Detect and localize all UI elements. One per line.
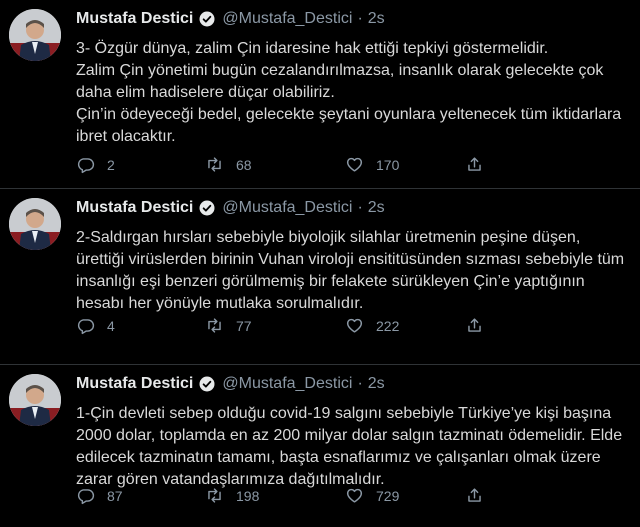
reply-button[interactable]: 2 (76, 155, 205, 174)
author-name[interactable]: Mustafa Destici (76, 375, 193, 393)
avatar[interactable] (9, 198, 61, 250)
reply-button[interactable]: 87 (76, 486, 205, 505)
like-button[interactable]: 222 (345, 316, 465, 335)
verified-badge-icon (199, 376, 215, 392)
tweet-header: Mustafa Destici @Mustafa_Destici · 2s (76, 198, 632, 218)
like-count: 729 (376, 487, 400, 504)
reply-count: 4 (107, 317, 115, 334)
reply-button[interactable]: 4 (76, 316, 205, 335)
tweet[interactable]: Mustafa Destici @Mustafa_Destici · 2s 1-… (0, 365, 640, 527)
tweet-text: 3- Özgür dünya, zalim Çin idaresine hak … (76, 40, 622, 145)
heart-icon (346, 488, 363, 503)
retweet-count: 77 (236, 317, 252, 334)
like-count: 222 (376, 317, 400, 334)
tweet-text: 1-Çin devleti sebep olduğu covid-19 salg… (76, 405, 623, 488)
reply-icon (77, 158, 95, 174)
retweet-button[interactable]: 68 (205, 155, 345, 174)
retweet-icon (208, 157, 221, 172)
heart-icon (346, 157, 363, 172)
tweet-text: 2-Saldırgan hırsları sebebiyle biyolojik… (76, 229, 625, 312)
share-button[interactable] (465, 316, 496, 335)
retweet-button[interactable]: 198 (205, 486, 345, 505)
tweet-timestamp[interactable]: 2s (368, 375, 385, 393)
tweet-header: Mustafa Destici @Mustafa_Destici · 2s (76, 9, 632, 29)
tweet[interactable]: Mustafa Destici @Mustafa_Destici · 2s 3-… (0, 0, 640, 189)
share-button[interactable] (465, 155, 496, 174)
tweet-timestamp[interactable]: 2s (368, 10, 385, 28)
reply-count: 2 (107, 156, 115, 173)
reply-icon (77, 489, 95, 505)
verified-badge-icon (199, 11, 215, 27)
retweet-icon (208, 488, 221, 503)
share-icon (468, 157, 481, 171)
avatar[interactable] (9, 9, 61, 61)
tweet[interactable]: Mustafa Destici @Mustafa_Destici · 2s 2-… (0, 189, 640, 365)
retweet-button[interactable]: 77 (205, 316, 345, 335)
share-button[interactable] (465, 486, 496, 505)
like-button[interactable]: 170 (345, 155, 465, 174)
share-icon (468, 318, 481, 332)
tweet-header: Mustafa Destici @Mustafa_Destici · 2s (76, 374, 632, 394)
tweet-actions: 4 77 222 (76, 316, 640, 335)
retweet-icon (208, 318, 221, 333)
separator-dot: · (357, 375, 363, 392)
tweet-actions: 2 68 170 (76, 155, 640, 174)
tweet-body: Mustafa Destici @Mustafa_Destici · 2s 1-… (76, 374, 632, 491)
heart-icon (346, 318, 363, 333)
retweet-count: 198 (236, 487, 260, 504)
author-name[interactable]: Mustafa Destici (76, 199, 193, 217)
retweet-count: 68 (236, 156, 252, 173)
tweet-body: Mustafa Destici @Mustafa_Destici · 2s 2-… (76, 198, 632, 315)
like-count: 170 (376, 156, 400, 173)
reply-icon (77, 319, 95, 335)
verified-badge-icon (199, 200, 215, 216)
separator-dot: · (357, 10, 363, 27)
author-handle[interactable]: @Mustafa_Destici (222, 375, 352, 393)
tweet-feed: Mustafa Destici @Mustafa_Destici · 2s 3-… (0, 0, 640, 527)
like-button[interactable]: 729 (345, 486, 465, 505)
tweet-actions: 87 198 729 (76, 486, 640, 505)
share-icon (468, 488, 481, 502)
author-handle[interactable]: @Mustafa_Destici (222, 10, 352, 28)
reply-count: 87 (107, 487, 123, 504)
separator-dot: · (357, 199, 363, 216)
tweet-timestamp[interactable]: 2s (368, 199, 385, 217)
avatar[interactable] (9, 374, 61, 426)
tweet-body: Mustafa Destici @Mustafa_Destici · 2s 3-… (76, 9, 632, 148)
author-handle[interactable]: @Mustafa_Destici (222, 199, 352, 217)
author-name[interactable]: Mustafa Destici (76, 10, 193, 28)
